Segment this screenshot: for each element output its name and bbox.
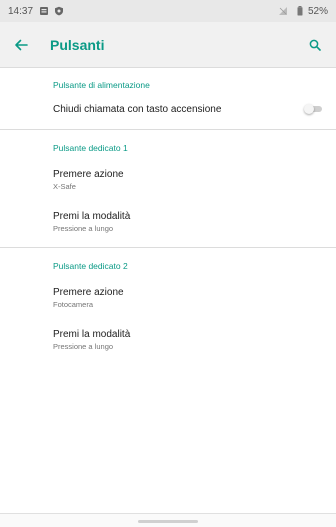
dedicated-2-press-mode[interactable]: Premi la modalità Pressione a lungo xyxy=(0,309,336,351)
search-icon xyxy=(309,39,321,51)
battery-percentage: 52% xyxy=(307,5,328,17)
dedicated-1-press-action[interactable]: Premere azione X-Safe xyxy=(0,153,336,191)
row-subtitle: Pressione a lungo xyxy=(53,224,114,233)
shield-notification-icon xyxy=(54,6,64,16)
navigation-bar xyxy=(0,513,336,527)
end-call-power-switch[interactable] xyxy=(304,103,322,115)
row-title: Premi la modalità xyxy=(53,211,131,222)
signal-icon xyxy=(278,6,288,16)
page-title: Pulsanti xyxy=(50,36,105,53)
row-subtitle: Fotocamera xyxy=(53,300,94,309)
dedicated-1-press-mode[interactable]: Premi la modalità Pressione a lungo xyxy=(0,191,336,247)
row-subtitle: Pressione a lungo xyxy=(53,342,114,351)
switch-thumb xyxy=(304,104,314,114)
row-subtitle: X-Safe xyxy=(53,182,76,191)
row-title: Premere azione xyxy=(53,287,124,298)
end-call-power-label: Chiudi chiamata con tasto accensione xyxy=(53,103,222,115)
section-header-dedicated-1: Pulsante dedicato 1 xyxy=(53,143,128,153)
app-bar: Pulsanti xyxy=(0,22,336,68)
status-bar: 14:37 52% xyxy=(0,0,336,22)
status-time: 14:37 xyxy=(8,5,34,17)
arrow-left-icon xyxy=(15,39,28,50)
status-right-group: 52% xyxy=(278,6,328,17)
section-header-power: Pulsante di alimentazione xyxy=(53,80,150,90)
row-title: Premi la modalità xyxy=(53,329,131,340)
back-button[interactable] xyxy=(10,34,32,56)
section-header-dedicated-2: Pulsante dedicato 2 xyxy=(53,261,128,271)
battery-icon xyxy=(297,6,303,16)
row-title: Premere azione xyxy=(53,169,124,180)
home-gesture-handle[interactable] xyxy=(138,520,198,523)
settings-list: Pulsante di alimentazione Chiudi chiamat… xyxy=(0,68,336,351)
dedicated-2-press-action[interactable]: Premere azione Fotocamera xyxy=(0,271,336,309)
image-notification-icon xyxy=(39,6,49,16)
end-call-power-toggle-row[interactable]: Chiudi chiamata con tasto accensione xyxy=(0,90,336,129)
search-button[interactable] xyxy=(304,34,326,56)
